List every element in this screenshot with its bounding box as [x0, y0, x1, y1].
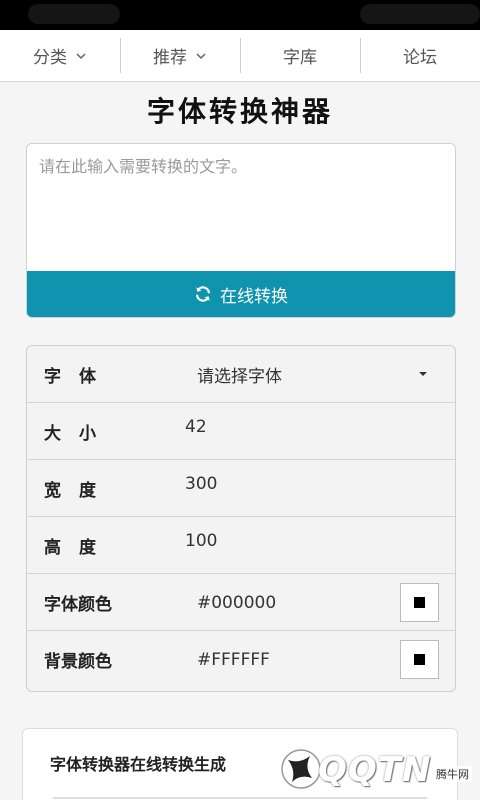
watermark-tag: 腾牛网 — [433, 766, 472, 782]
convert-button-label: 在线转换 — [220, 286, 288, 307]
width-row: 宽度 300 — [27, 460, 455, 517]
page-title: 字体转换神器 — [146, 95, 333, 128]
font-color-swatch-fill — [414, 597, 425, 608]
watermark-brand: QQTN — [318, 750, 432, 790]
font-color-input[interactable]: #000000 — [197, 574, 276, 631]
refresh-icon — [195, 286, 211, 302]
settings-panel: 字体 请选择字体 大小 42 宽度 300 高度 100 字体颜色 #00000… — [26, 345, 456, 692]
status-bar-notch-left — [28, 4, 120, 24]
top-nav: 分类 推荐 字库 论坛 — [0, 30, 480, 82]
chevron-down-icon — [196, 52, 206, 59]
font-select[interactable]: 请选择字体 — [197, 346, 282, 403]
status-bar-notch-right — [360, 4, 480, 24]
height-input[interactable]: 100 — [185, 531, 217, 551]
height-label: 高度 — [44, 538, 114, 558]
size-row: 大小 42 — [27, 403, 455, 460]
nav-item-forum[interactable]: 论坛 — [360, 30, 480, 81]
info-text: 字体转换器在线转换生成 — [50, 755, 227, 774]
convert-button[interactable]: 在线转换 — [27, 271, 455, 317]
font-label: 字体 — [44, 367, 114, 387]
size-label: 大小 — [44, 424, 114, 444]
watermark: QQTN 腾牛网 — [260, 742, 480, 800]
font-color-label: 字体颜色 — [44, 595, 112, 615]
nav-item-category[interactable]: 分类 — [0, 30, 120, 81]
bg-color-swatch-fill — [414, 654, 425, 665]
nav-item-label: 分类 — [33, 48, 67, 68]
height-row: 高度 100 — [27, 517, 455, 574]
font-select-row[interactable]: 字体 请选择字体 — [27, 346, 455, 403]
font-color-row: 字体颜色 #000000 — [27, 574, 455, 631]
bg-color-input[interactable]: #FFFFFF — [197, 631, 270, 688]
bg-color-label: 背景颜色 — [44, 652, 112, 672]
text-input[interactable] — [27, 144, 455, 273]
caret-down-icon — [419, 372, 427, 376]
font-color-swatch[interactable] — [400, 583, 439, 622]
text-input-panel: 在线转换 — [26, 143, 456, 318]
width-input[interactable]: 300 — [185, 474, 217, 494]
width-label: 宽度 — [44, 481, 114, 501]
nav-item-font-library[interactable]: 字库 — [240, 30, 360, 81]
bg-color-swatch[interactable] — [400, 640, 439, 679]
bg-color-row: 背景颜色 #FFFFFF — [27, 631, 455, 688]
nav-item-label: 论坛 — [403, 48, 437, 68]
status-bar — [0, 0, 480, 30]
nav-item-label: 字库 — [283, 48, 317, 68]
nav-item-label: 推荐 — [153, 48, 187, 68]
size-input[interactable]: 42 — [185, 417, 207, 437]
nav-item-recommend[interactable]: 推荐 — [120, 30, 240, 81]
chevron-down-icon — [76, 52, 86, 59]
